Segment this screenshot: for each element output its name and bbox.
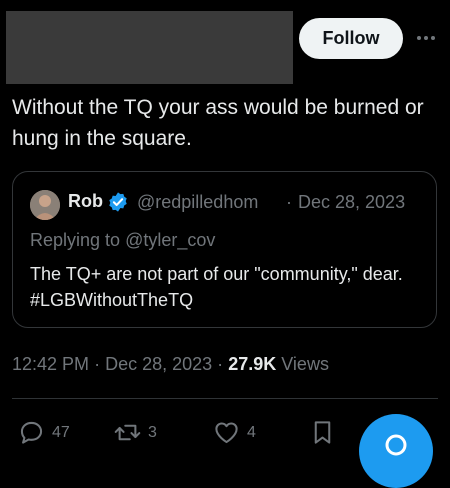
reply-icon	[20, 421, 43, 444]
bookmark-button[interactable]	[309, 419, 336, 446]
repost-count: 3	[148, 423, 157, 441]
replying-to-prefix: Replying to	[30, 230, 126, 250]
separator-dot: ·	[217, 354, 224, 374]
bookmark-icon	[314, 421, 331, 444]
more-horizontal-icon[interactable]	[414, 26, 438, 50]
quoted-user-avatar[interactable]	[30, 190, 60, 220]
redacted-author-block	[6, 11, 293, 84]
tweet-time[interactable]: 12:42 PM	[12, 354, 89, 374]
like-button[interactable]: 4	[213, 419, 256, 446]
replying-to-handle[interactable]: @tyler_cov	[125, 230, 215, 250]
like-count: 4	[247, 423, 256, 441]
repost-icon	[114, 424, 141, 441]
repost-button[interactable]: 3	[114, 419, 157, 446]
quoted-user-handle[interactable]: @redpilledhom	[137, 192, 292, 213]
separator-dot: ·	[286, 192, 292, 212]
tweet-metadata: 12:42 PM · Dec 28, 2023 · 27.9K Views	[12, 354, 329, 375]
views-label: Views	[281, 354, 329, 374]
replying-to-line: Replying to @tyler_cov	[30, 230, 215, 251]
views-count: 27.9K	[228, 354, 277, 374]
tweet-text: Without the TQ your ass would be burned …	[12, 96, 424, 150]
quoted-tweet-text: The TQ+ are not part of our "community,"…	[30, 264, 403, 310]
quoted-tweet-date[interactable]: Dec 28, 2023	[298, 192, 405, 213]
verified-badge-icon	[109, 192, 127, 212]
avatar-image	[30, 190, 60, 220]
divider	[12, 398, 438, 399]
tweet-date[interactable]: Dec 28, 2023	[105, 354, 212, 374]
separator-dot: ·	[94, 354, 101, 374]
quoted-user-name[interactable]: Rob	[68, 191, 103, 212]
heart-icon	[215, 422, 238, 444]
follow-button[interactable]: Follow	[299, 18, 403, 59]
quoted-tweet-card[interactable]: Rob @redpilledhom · Dec 28, 2023 Replyin…	[12, 171, 437, 328]
compose-fab-button[interactable]	[359, 414, 433, 488]
reply-button[interactable]: 47	[18, 419, 70, 446]
reply-count: 47	[52, 423, 70, 441]
